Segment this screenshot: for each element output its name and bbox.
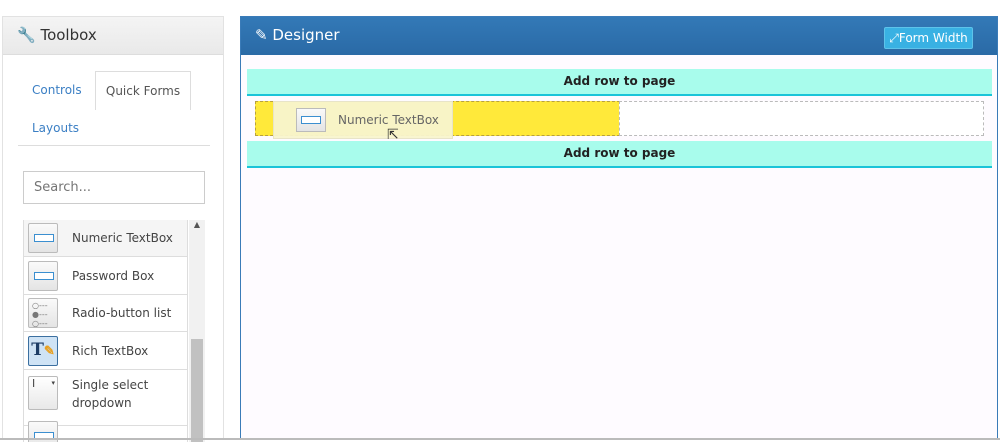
textbox-icon — [28, 223, 58, 253]
designer-panel: ✎ Designer ⤢Form Width Add row to page N… — [240, 16, 998, 440]
item-label: Radio-button list — [72, 306, 171, 320]
list-item-single-select-dropdown[interactable]: ▾I Single select dropdown — [24, 370, 187, 426]
add-row-button-bottom[interactable]: Add row to page — [247, 141, 992, 168]
item-label: Single select dropdown — [72, 376, 152, 412]
toolbox-title: Toolbox — [40, 26, 96, 44]
tab-controls[interactable]: Controls — [32, 83, 82, 97]
radio-list-icon: ○---●---○--- — [28, 298, 58, 328]
bottom-border — [0, 438, 1000, 440]
divider — [18, 145, 210, 146]
tab-quick-forms[interactable]: Quick Forms — [95, 71, 191, 110]
scroll-up-icon[interactable]: ▲ — [189, 220, 205, 229]
dropdown-icon: ▾I — [28, 376, 58, 410]
item-label: Numeric TextBox — [72, 231, 173, 245]
list-item-password-box[interactable]: Password Box — [24, 257, 187, 295]
search-input[interactable] — [23, 171, 205, 204]
list-item-numeric-textbox[interactable]: Numeric TextBox — [24, 220, 187, 257]
pencil-ruler-icon: ✎ — [255, 26, 268, 44]
designer-title: Designer — [272, 26, 339, 44]
dragged-item-label: Numeric TextBox — [338, 113, 439, 127]
toolbox-list: Numeric TextBox Password Box ○---●---○--… — [23, 220, 188, 442]
toolbox-header: 🔧 Toolbox — [3, 17, 223, 55]
item-label: Password Box — [72, 269, 154, 283]
scrollbar-thumb[interactable] — [191, 339, 203, 442]
form-width-button[interactable]: ⤢Form Width — [884, 27, 973, 49]
item-label: Rich TextBox — [72, 344, 148, 358]
textbox-icon — [296, 108, 326, 132]
rich-text-pencil-icon: T✎ — [28, 336, 58, 366]
designer-header: ✎ Designer ⤢Form Width — [241, 17, 997, 55]
list-item-rich-textbox[interactable]: T✎ Rich TextBox — [24, 332, 187, 370]
form-width-label: Form Width — [899, 31, 968, 45]
expand-icon: ⤢ — [889, 31, 899, 45]
textbox-icon — [28, 261, 58, 291]
wrench-icon: 🔧 — [17, 26, 36, 44]
tab-layouts[interactable]: Layouts — [32, 121, 79, 135]
list-item-radio-button-list[interactable]: ○---●---○--- Radio-button list — [24, 295, 187, 332]
dragged-item[interactable]: Numeric TextBox — [273, 101, 453, 139]
empty-cell[interactable] — [619, 101, 984, 136]
toolbox-panel: 🔧 Toolbox Controls Quick Forms Layouts N… — [2, 16, 224, 440]
add-row-button[interactable]: Add row to page — [247, 69, 992, 96]
